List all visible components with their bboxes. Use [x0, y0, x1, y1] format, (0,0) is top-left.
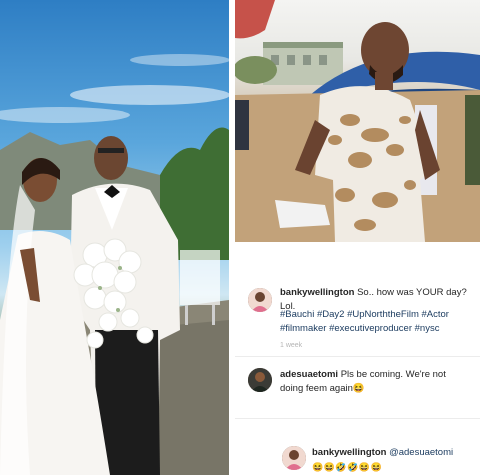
- wedding-photo-illustration: [0, 54, 229, 475]
- divider: [235, 356, 480, 357]
- comment-line: bankywellington @adesuaetomi: [312, 446, 480, 460]
- wedding-photo: [0, 0, 229, 475]
- comment-line: adesuaetomi Pls be coming. We're not: [280, 368, 475, 382]
- image-collage: bankywellington So.. how was YOUR day? L…: [0, 0, 480, 475]
- divider: [235, 418, 480, 419]
- username-link[interactable]: bankywellington: [312, 447, 386, 458]
- avatar-icon[interactable]: [248, 288, 272, 312]
- dusty-shirt-illustration: [235, 0, 480, 242]
- emoji-row: 😆😆🤣🤣😆😆: [312, 462, 383, 472]
- comment-item: bankywellington @adesuaetomi 😆😆🤣🤣😆😆: [235, 444, 480, 474]
- hashtags-line[interactable]: #filmmaker #executiveproducer #nysc: [280, 322, 480, 336]
- mention-link[interactable]: @adesuaetomi: [386, 447, 453, 458]
- username-link[interactable]: bankywellington: [280, 287, 354, 298]
- comment-text: Pls be coming. We're not: [338, 369, 446, 380]
- avatar-icon[interactable]: [282, 446, 306, 470]
- caption-comment: bankywellington So.. how was YOUR day? L…: [235, 284, 480, 349]
- comment-text: doing feem again: [280, 383, 353, 394]
- hashtags-line[interactable]: #Bauchi #Day2 #UpNorththeFilm #Actor: [280, 308, 480, 322]
- comment-line: doing feem again😆: [280, 382, 475, 396]
- emoji: 😆: [352, 383, 365, 394]
- avatar-icon[interactable]: [248, 368, 272, 392]
- dusty-shirt-photo: [235, 0, 480, 242]
- instagram-comments: bankywellington So.. how was YOUR day? L…: [235, 248, 480, 475]
- comment-item: adesuaetomi Pls be coming. We're not doi…: [235, 364, 480, 408]
- username-link[interactable]: adesuaetomi: [280, 369, 338, 380]
- timestamp: 1 week: [280, 342, 303, 349]
